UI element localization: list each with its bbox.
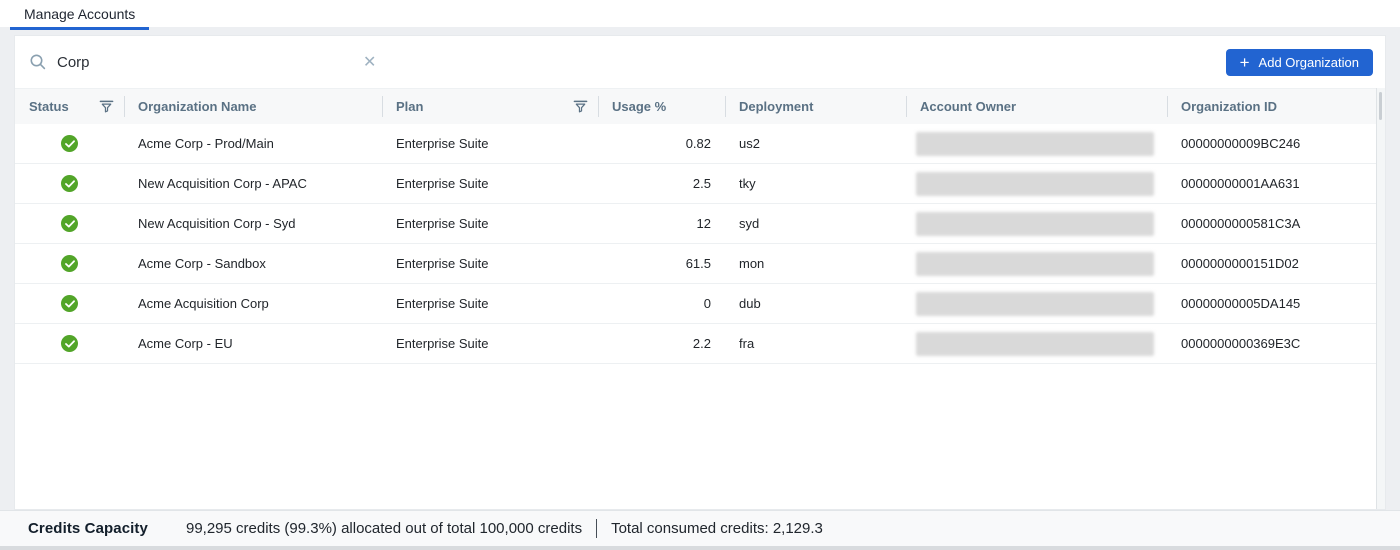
account-owner-cell — [906, 284, 1167, 323]
usage-cell: 12 — [598, 204, 725, 243]
col-header-organization-name-label: Organization Name — [138, 99, 256, 114]
usage-cell: 61.5 — [598, 244, 725, 283]
usage-cell: 2.2 — [598, 324, 725, 363]
search-toolbar: ✕ + Add Organization — [15, 36, 1385, 88]
status-active-check-icon — [61, 175, 78, 192]
status-cell — [15, 284, 124, 323]
plan-filter-icon[interactable] — [573, 99, 588, 114]
col-header-status-label: Status — [29, 99, 69, 114]
credits-footer: Credits Capacity 99,295 credits (99.3%) … — [0, 510, 1400, 546]
col-header-account-owner-label: Account Owner — [920, 99, 1016, 114]
col-header-organization-id[interactable]: Organization ID — [1167, 89, 1377, 124]
deployment-cell: tky — [725, 164, 906, 203]
status-active-check-icon — [61, 215, 78, 232]
org-name-cell: Acme Corp - Prod/Main — [124, 124, 382, 163]
status-cell — [15, 164, 124, 203]
account-owner-cell — [906, 164, 1167, 203]
add-organization-button[interactable]: + Add Organization — [1226, 49, 1373, 76]
table-body: Acme Corp - Prod/Main Enterprise Suite 0… — [15, 124, 1385, 364]
status-cell — [15, 204, 124, 243]
account-owner-cell — [906, 124, 1167, 163]
table-row[interactable]: Acme Corp - Prod/Main Enterprise Suite 0… — [15, 124, 1385, 164]
org-id-cell: 00000000005DA145 — [1167, 284, 1377, 323]
org-name-cell: New Acquisition Corp - Syd — [124, 204, 382, 243]
status-active-check-icon — [61, 335, 78, 352]
status-cell — [15, 244, 124, 283]
plan-cell: Enterprise Suite — [382, 244, 598, 283]
col-header-deployment-label: Deployment — [739, 99, 813, 114]
scrollbar-track[interactable] — [1376, 88, 1385, 509]
status-cell — [15, 324, 124, 363]
col-header-plan-label: Plan — [396, 99, 423, 114]
plan-cell: Enterprise Suite — [382, 284, 598, 323]
status-filter-icon[interactable] — [99, 99, 114, 114]
status-active-check-icon — [61, 135, 78, 152]
status-active-check-icon — [61, 255, 78, 272]
scrollbar-thumb[interactable] — [1379, 92, 1382, 120]
org-name-cell: Acme Acquisition Corp — [124, 284, 382, 323]
deployment-cell: mon — [725, 244, 906, 283]
col-header-account-owner[interactable]: Account Owner — [906, 89, 1167, 124]
deployment-cell: fra — [725, 324, 906, 363]
table-row[interactable]: New Acquisition Corp - Syd Enterprise Su… — [15, 204, 1385, 244]
account-owner-cell — [906, 244, 1167, 283]
org-name-cell: Acme Corp - EU — [124, 324, 382, 363]
credits-consumed-text: Total consumed credits: 2,129.3 — [611, 520, 823, 537]
search-input[interactable] — [57, 54, 357, 71]
plan-cell: Enterprise Suite — [382, 164, 598, 203]
col-header-usage-label: Usage % — [612, 99, 666, 114]
org-id-cell: 00000000009BC246 — [1167, 124, 1377, 163]
account-owner-redacted — [916, 332, 1154, 356]
plan-cell: Enterprise Suite — [382, 324, 598, 363]
add-organization-label: Add Organization — [1259, 55, 1359, 70]
tab-manage-accounts[interactable]: Manage Accounts — [10, 0, 149, 30]
plan-cell: Enterprise Suite — [382, 124, 598, 163]
account-owner-redacted — [916, 252, 1154, 276]
clear-search-icon[interactable]: ✕ — [357, 52, 382, 72]
account-owner-redacted — [916, 212, 1154, 236]
col-header-status[interactable]: Status — [15, 89, 124, 124]
org-name-cell: New Acquisition Corp - APAC — [124, 164, 382, 203]
account-owner-redacted — [916, 172, 1154, 196]
search-icon — [29, 53, 47, 71]
col-header-usage[interactable]: Usage % — [598, 89, 725, 124]
account-owner-redacted — [916, 132, 1154, 156]
col-header-organization-id-label: Organization ID — [1181, 99, 1277, 114]
manage-accounts-page: Manage Accounts ✕ + Add Organization Sta… — [0, 0, 1400, 550]
plus-icon: + — [1240, 54, 1250, 71]
col-header-plan[interactable]: Plan — [382, 89, 598, 124]
table-header-row: Status Organization Name Plan Usage % De… — [15, 88, 1385, 124]
deployment-cell: dub — [725, 284, 906, 323]
table-row[interactable]: Acme Acquisition Corp Enterprise Suite 0… — [15, 284, 1385, 324]
org-id-cell: 0000000000151D02 — [1167, 244, 1377, 283]
deployment-cell: syd — [725, 204, 906, 243]
accounts-panel: ✕ + Add Organization Status Organization… — [14, 35, 1386, 510]
usage-cell: 0 — [598, 284, 725, 323]
usage-cell: 2.5 — [598, 164, 725, 203]
footer-divider — [596, 519, 597, 538]
tab-bar — [0, 0, 1400, 27]
table-row[interactable]: Acme Corp - Sandbox Enterprise Suite 61.… — [15, 244, 1385, 284]
table-row[interactable]: New Acquisition Corp - APAC Enterprise S… — [15, 164, 1385, 204]
col-header-deployment[interactable]: Deployment — [725, 89, 906, 124]
status-active-check-icon — [61, 295, 78, 312]
usage-cell: 0.82 — [598, 124, 725, 163]
page-bottom-edge — [0, 546, 1400, 550]
table-row[interactable]: Acme Corp - EU Enterprise Suite 2.2 fra … — [15, 324, 1385, 364]
account-owner-cell — [906, 324, 1167, 363]
org-id-cell: 0000000000581C3A — [1167, 204, 1377, 243]
org-id-cell: 00000000001AA631 — [1167, 164, 1377, 203]
credits-allocation-text: 99,295 credits (99.3%) allocated out of … — [186, 520, 582, 537]
credits-capacity-label: Credits Capacity — [28, 520, 148, 537]
account-owner-redacted — [916, 292, 1154, 316]
tab-label: Manage Accounts — [24, 6, 135, 22]
status-cell — [15, 124, 124, 163]
col-header-organization-name[interactable]: Organization Name — [124, 89, 382, 124]
account-owner-cell — [906, 204, 1167, 243]
deployment-cell: us2 — [725, 124, 906, 163]
org-id-cell: 0000000000369E3C — [1167, 324, 1377, 363]
org-name-cell: Acme Corp - Sandbox — [124, 244, 382, 283]
plan-cell: Enterprise Suite — [382, 204, 598, 243]
